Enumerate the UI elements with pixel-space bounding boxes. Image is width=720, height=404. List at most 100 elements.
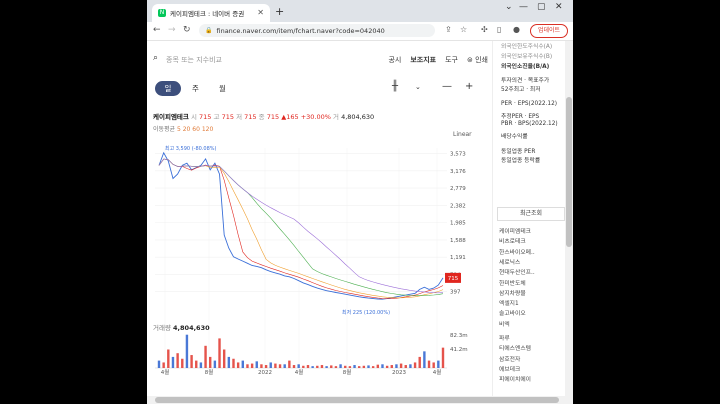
- x-tick-label: 4월: [161, 368, 170, 376]
- browser-tab[interactable]: N 케이피엠테크 : 네이버 증권 ✕: [152, 4, 270, 22]
- minimize-icon[interactable]: —: [519, 2, 528, 12]
- volume-bar: [371, 366, 375, 368]
- recent-item[interactable]: 삼지차량물: [499, 288, 526, 297]
- reload-icon[interactable]: ↻: [183, 25, 191, 35]
- volume-bar: [399, 363, 403, 368]
- horizontal-scrollbar-thumb[interactable]: [155, 397, 559, 403]
- back-icon[interactable]: ←: [153, 25, 161, 35]
- recent-item[interactable]: 삼호전자: [499, 354, 520, 363]
- sidebar-per-eps[interactable]: PER · EPS(2022.12): [501, 101, 557, 107]
- recent-item[interactable]: 솔고바이오: [499, 308, 526, 317]
- price-chart[interactable]: 3,5733,1762,7792,3821,9851,5881,19179439…: [147, 41, 492, 404]
- sidebar-foreign-ratio: 외국인소진율(B/A): [501, 64, 550, 70]
- volume-bar: [185, 334, 189, 368]
- new-tab-icon[interactable]: +: [275, 5, 284, 18]
- chevron-down-icon[interactable]: ⌄: [505, 2, 513, 12]
- recent-item[interactable]: 에브데크: [499, 364, 520, 373]
- volume-bar: [222, 349, 226, 368]
- volume-bar: [218, 338, 221, 368]
- volume-bar: [195, 360, 198, 368]
- volume-bar: [260, 364, 263, 368]
- update-button[interactable]: 업데이트: [530, 24, 568, 38]
- recent-item[interactable]: 한스바이오메..: [499, 247, 535, 256]
- volume-pane-value: 4,804,630: [173, 324, 210, 332]
- x-tick-label: 8월: [343, 368, 352, 376]
- volume-pane-label: 거래량: [153, 324, 171, 332]
- close-tab-icon[interactable]: ✕: [257, 8, 264, 17]
- sidebar-sector-change: 동일업종 등락률: [501, 158, 541, 164]
- volume-y-tick-label: 82.3m: [450, 333, 468, 339]
- address-bar-row: ← → ↻ 🔒 finance.naver.com/item/fchart.na…: [147, 22, 573, 41]
- moving-average-line: [158, 158, 444, 294]
- recent-item[interactable]: 엑셀지1: [499, 298, 519, 307]
- vertical-scrollbar[interactable]: [565, 41, 573, 404]
- recent-item[interactable]: 파루: [499, 333, 510, 342]
- volume-bar: [339, 364, 342, 368]
- chart-panel: ⌕ 종목 또는 지수비교 공시 보조지표 도구 ⊜ 인쇄 일 주 월 ╫ ⌄ —…: [147, 41, 492, 404]
- volume-bar: [413, 362, 417, 368]
- volume-bar: [250, 363, 254, 368]
- volume-y-tick-label: 41.2m: [450, 347, 468, 353]
- forward-icon[interactable]: →: [168, 25, 176, 35]
- recent-item[interactable]: 비엑: [499, 319, 510, 328]
- volume-bar: [255, 361, 258, 368]
- sidebar-foreign-limit: 외국인한도주식수(A): [501, 44, 553, 50]
- volume-bar: [432, 362, 435, 368]
- volume-bar: [423, 351, 426, 368]
- volume-bar: [167, 349, 170, 368]
- volume-bar: [157, 360, 161, 368]
- volume-bar: [176, 353, 179, 368]
- volume-bar: [441, 347, 445, 368]
- volume-bar: [316, 365, 319, 368]
- x-tick-label: 4월: [295, 368, 304, 376]
- sidepanel-icon[interactable]: ▯: [497, 25, 501, 34]
- recent-item[interactable]: 세로닉스: [499, 257, 520, 266]
- volume-bar: [288, 360, 291, 368]
- price-line: [158, 151, 444, 300]
- volume-bar: [409, 364, 412, 368]
- x-tick-label: 2023: [392, 370, 406, 376]
- recent-viewed-header[interactable]: 최근조회: [497, 207, 565, 221]
- volume-bar: [162, 362, 165, 368]
- current-price-label: 715: [448, 276, 459, 282]
- extensions-icon[interactable]: ✣: [481, 25, 488, 34]
- share-icon[interactable]: ⇪: [445, 25, 452, 34]
- browser-window: N 케이피엠테크 : 네이버 증권 ✕ + ⌄ — ▢ ✕ ← → ↻ 🔒 fi…: [147, 0, 573, 404]
- volume-bar: [385, 365, 389, 368]
- close-window-icon[interactable]: ✕: [555, 2, 563, 12]
- volume-bar: [311, 366, 314, 368]
- url-text: finance.naver.com/item/fchart.naver?code…: [216, 26, 385, 35]
- volume-bar: [357, 366, 361, 368]
- y-tick-label: 3,573: [450, 152, 466, 158]
- sidebar-est-per[interactable]: 추정PER · EPS: [501, 111, 539, 120]
- tab-bar: N 케이피엠테크 : 네이버 증권 ✕ + ⌄ — ▢ ✕: [147, 0, 573, 22]
- bookmark-star-icon[interactable]: ☆: [460, 25, 467, 34]
- recent-item[interactable]: 피에이치에이: [499, 374, 531, 383]
- maximize-icon[interactable]: ▢: [537, 2, 546, 12]
- recent-item[interactable]: 티에스엔스템: [499, 343, 531, 352]
- volume-bar: [297, 364, 300, 368]
- recent-item[interactable]: 케이피엠테크: [499, 226, 531, 235]
- tab-title: 케이피엠테크 : 네이버 증권: [170, 10, 245, 18]
- profile-avatar-icon[interactable]: ●: [513, 25, 520, 34]
- horizontal-scrollbar[interactable]: [147, 396, 565, 404]
- volume-bar: [171, 356, 175, 368]
- y-tick-label: 397: [450, 290, 461, 296]
- volume-bar: [302, 365, 305, 368]
- scrollbar-thumb[interactable]: [566, 97, 572, 247]
- sidebar-pbr-bps[interactable]: PBR · BPS(2022.12): [501, 121, 558, 127]
- recent-item[interactable]: 한미반도체: [499, 278, 526, 287]
- volume-bar: [367, 365, 370, 368]
- y-tick-label: 1,985: [450, 221, 466, 227]
- sidebar-foreign-held: 외국인보유주식수(B): [501, 54, 553, 60]
- volume-bar: [204, 345, 207, 368]
- recent-item[interactable]: 현대두산인프..: [499, 267, 535, 276]
- volume-bar: [390, 365, 393, 368]
- volume-bar: [213, 360, 217, 368]
- sidebar-52week: 52주최고 · 최저: [501, 87, 541, 93]
- recent-item[interactable]: 비츠로테크: [499, 236, 526, 245]
- x-tick-label: 4월: [433, 368, 442, 376]
- volume-bar: [264, 365, 268, 368]
- volume-bar: [236, 362, 240, 368]
- url-field[interactable]: 🔒 finance.naver.com/item/fchart.naver?co…: [199, 24, 435, 37]
